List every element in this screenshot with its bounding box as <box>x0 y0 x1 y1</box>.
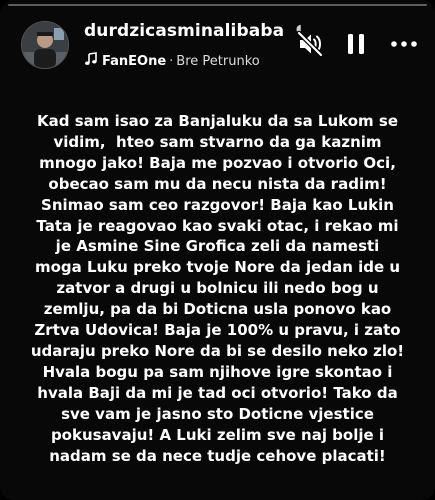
music-artist: FanEOne <box>102 54 167 69</box>
music-note-icon <box>84 52 102 70</box>
username[interactable]: durdzicasminalibaba <box>84 21 294 41</box>
avatar-image <box>22 22 68 68</box>
pause-button[interactable] <box>342 30 370 58</box>
story-card[interactable]: durdzicasminalibaba ◖ FanEOne · Bre Petrun… <box>0 0 435 500</box>
mute-button[interactable] <box>296 30 324 58</box>
avatar[interactable] <box>21 21 69 69</box>
story-caption-text: Kad sam isao za Banjaluku da sa Lukom se… <box>30 112 405 465</box>
more-dots-icon <box>391 41 417 47</box>
speaker-muted-icon <box>296 30 324 58</box>
music-song: Bre Petrunko <box>176 54 260 69</box>
music-label[interactable]: FanEOne · Bre Petrunko <box>84 52 274 70</box>
pause-icon <box>348 34 364 54</box>
music-separator: · <box>169 54 174 69</box>
more-options-button[interactable] <box>390 30 418 58</box>
story-header: durdzicasminalibaba ◖ FanEOne · Bre Petrun… <box>0 0 435 80</box>
